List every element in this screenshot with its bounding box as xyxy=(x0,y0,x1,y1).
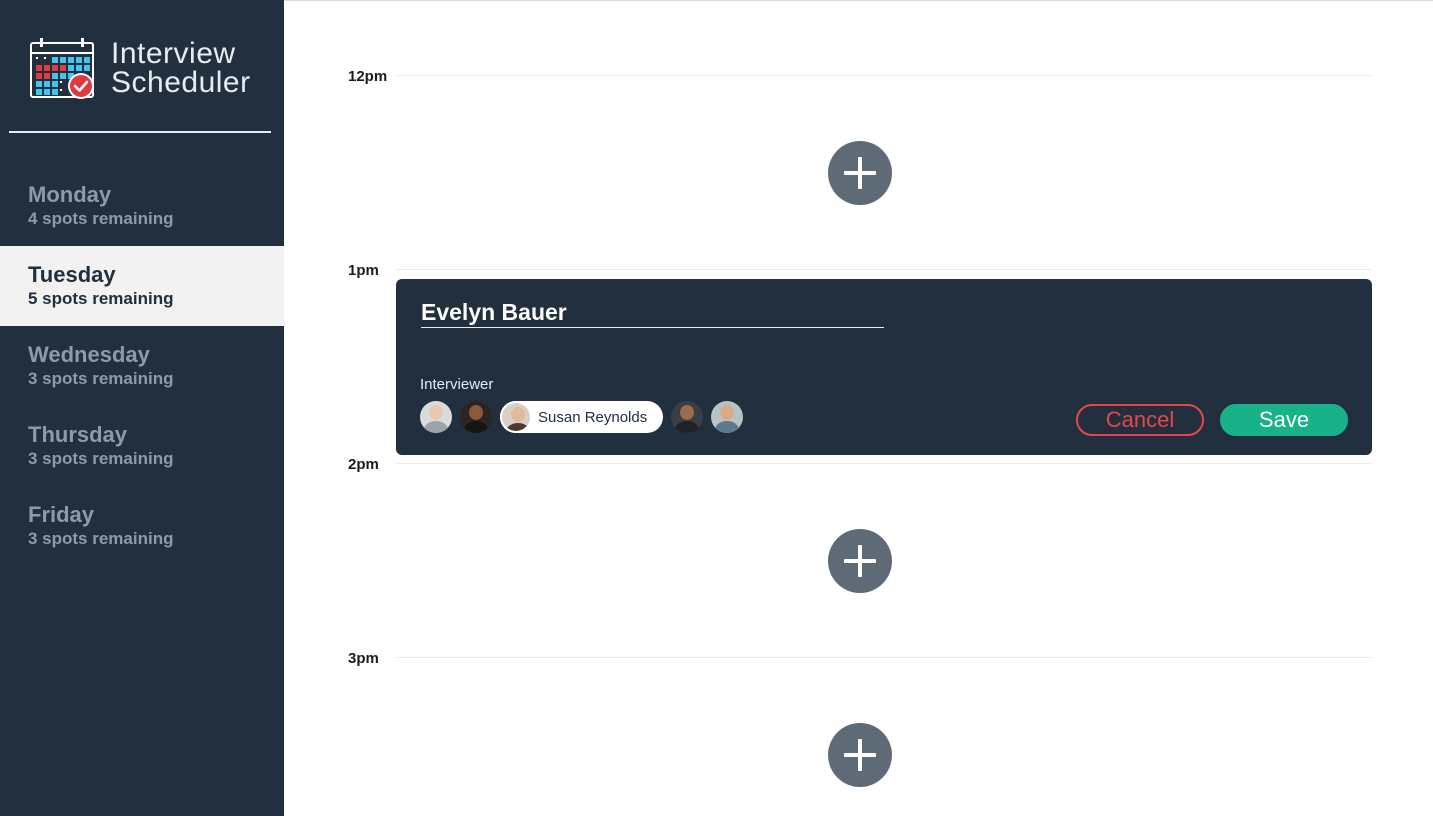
day-name: Monday xyxy=(28,182,112,207)
time-label-1pm: 1pm xyxy=(348,262,379,279)
avatar-body xyxy=(464,421,488,433)
day-spots-remaining: 3 spots remaining xyxy=(28,369,174,388)
student-name-input[interactable] xyxy=(421,297,884,328)
avatar-face xyxy=(720,405,735,420)
day-name: Friday xyxy=(28,502,95,527)
day-list: Monday 4 spots remaining Tuesday 5 spots… xyxy=(0,166,284,566)
day-item-wednesday[interactable]: Wednesday 3 spots remaining xyxy=(0,326,284,406)
interviewer-avatar[interactable] xyxy=(711,401,744,433)
app-root: Interview Scheduler Monday 4 spots remai… xyxy=(0,0,1433,816)
time-label-2pm: 2pm xyxy=(348,456,379,473)
day-spots-remaining: 3 spots remaining xyxy=(28,529,174,548)
interviewer-avatar[interactable] xyxy=(420,401,452,433)
day-spots-remaining: 3 spots remaining xyxy=(28,449,174,468)
day-spots-remaining: 5 spots remaining xyxy=(28,289,174,308)
sidebar: Interview Scheduler Monday 4 spots remai… xyxy=(0,0,284,816)
schedule: 12pm 1pm Interviewer xyxy=(284,0,1433,816)
brand: Interview Scheduler xyxy=(30,38,280,102)
avatar-body xyxy=(675,421,700,433)
time-separator xyxy=(396,75,1372,76)
app-title: Interview Scheduler xyxy=(111,37,251,99)
day-name: Tuesday xyxy=(28,262,116,287)
avatar-face xyxy=(680,405,695,420)
interviewer-avatar xyxy=(500,401,532,433)
time-separator xyxy=(396,463,1372,464)
interviewer-avatar[interactable] xyxy=(460,401,492,433)
selected-interviewer[interactable]: Susan Reynolds xyxy=(500,401,664,433)
avatar-body xyxy=(424,421,448,433)
day-item-tuesday[interactable]: Tuesday 5 spots remaining xyxy=(0,246,284,326)
avatar-body xyxy=(715,421,740,433)
day-spots-remaining: 4 spots remaining xyxy=(28,209,174,228)
calendar-check-icon xyxy=(30,38,94,99)
day-item-thursday[interactable]: Thursday 3 spots remaining xyxy=(0,406,284,486)
appointment-form: Interviewer Susan Reynolds xyxy=(396,279,1372,455)
save-button[interactable]: Save xyxy=(1220,404,1348,436)
avatar-face xyxy=(511,407,525,422)
interviewer-avatar[interactable] xyxy=(671,401,704,433)
time-label-3pm: 3pm xyxy=(348,650,379,667)
cancel-button[interactable]: Cancel xyxy=(1076,404,1204,436)
add-appointment-button[interactable] xyxy=(828,529,892,593)
avatar-face xyxy=(429,405,443,420)
interviewer-heading: Interviewer xyxy=(420,376,494,393)
time-label-12pm: 12pm xyxy=(348,68,388,85)
day-item-monday[interactable]: Monday 4 spots remaining xyxy=(0,166,284,246)
selected-interviewer-name: Susan Reynolds xyxy=(538,408,648,426)
day-name: Thursday xyxy=(28,422,128,447)
day-name: Wednesday xyxy=(28,342,150,367)
sidebar-divider xyxy=(9,131,271,133)
time-separator xyxy=(396,657,1372,658)
time-separator xyxy=(396,269,1372,270)
day-item-friday[interactable]: Friday 3 spots remaining xyxy=(0,486,284,566)
avatar-body xyxy=(506,423,530,431)
add-appointment-button[interactable] xyxy=(828,723,892,787)
add-appointment-button[interactable] xyxy=(828,141,892,205)
avatar-face xyxy=(469,405,483,420)
interviewer-list: Susan Reynolds xyxy=(420,401,751,433)
